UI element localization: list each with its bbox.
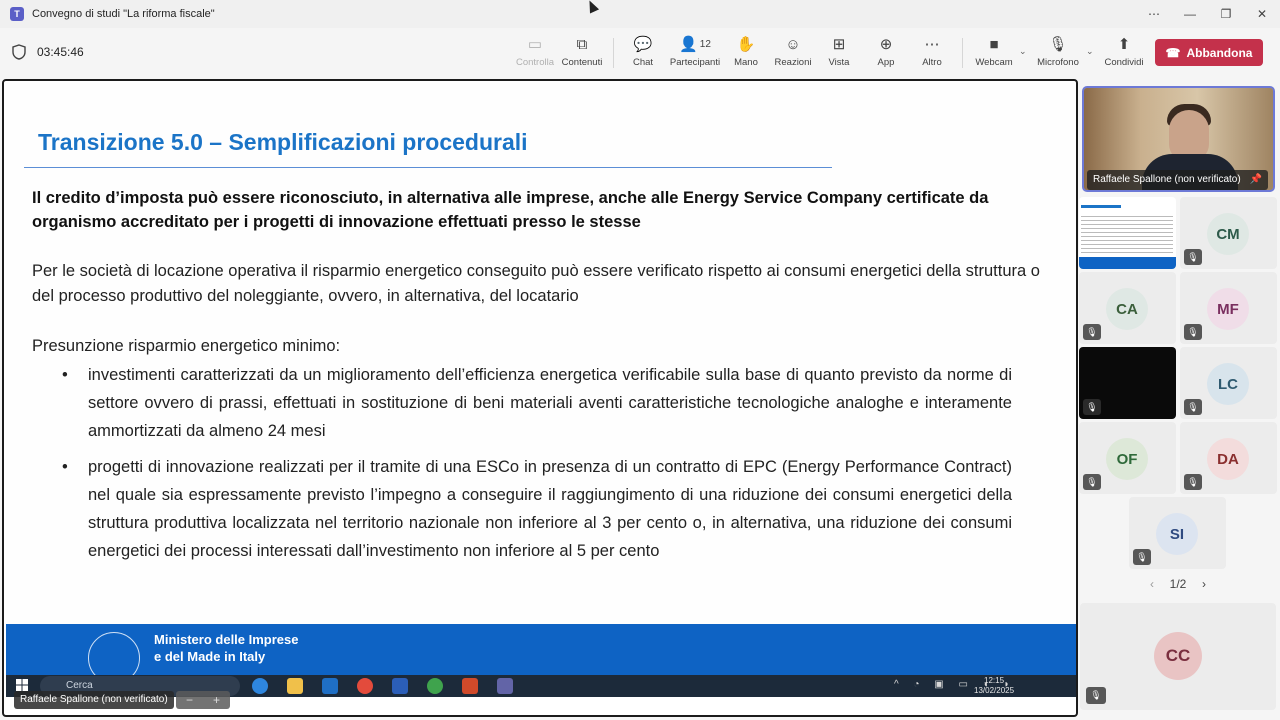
participant-tile[interactable]: CA 🎙 (1079, 272, 1176, 344)
zoom-in-button[interactable]: + (213, 693, 220, 707)
mic-off-icon: 🎙 (1083, 399, 1101, 415)
mic-off-icon: 🎙 (1184, 249, 1202, 265)
leave-button[interactable]: ☎ Abbandona (1155, 39, 1263, 66)
participant-tile[interactable]: DA 🎙 (1180, 422, 1277, 494)
webcam-button[interactable]: ■ Webcam (966, 34, 1022, 72)
participant-tile[interactable]: LC 🎙 (1180, 347, 1277, 419)
participant-video-tile[interactable]: 🎙 (1079, 347, 1176, 419)
close-button[interactable]: ✕ (1244, 0, 1280, 28)
remote-clock: 12:15 13/02/2025 (974, 676, 1015, 695)
title-underline (24, 167, 832, 168)
page-indicator: 1/2 (1169, 577, 1187, 591)
content-thumbnail-tile[interactable] (1079, 197, 1176, 269)
avatar: SI (1156, 513, 1198, 555)
grid-icon: ⊞ (832, 36, 846, 53)
avatar: LC (1207, 363, 1249, 405)
participants-count: 12 (699, 38, 711, 50)
slide-bold-paragraph: Il credito d’imposta può essere riconosc… (32, 189, 989, 231)
pin-icon[interactable]: 📌 (1249, 174, 1261, 185)
mic-off-icon: 🎙 (1133, 549, 1151, 565)
avatar: MF (1207, 288, 1249, 330)
mic-off-icon: 🎙 (1184, 324, 1202, 340)
mic-off-icon: 🎙 (1086, 687, 1106, 704)
participant-tile[interactable]: CC 🎙 (1080, 603, 1276, 710)
take-control-icon: ▭ (527, 36, 543, 53)
slide-bullet: progetti di innovazione realizzati per i… (62, 453, 1012, 565)
slide-list-heading: Presunzione risparmio energetico minimo: (32, 337, 341, 355)
zoom-controls[interactable]: − + (176, 691, 230, 709)
people-icon: 👤 12 (679, 36, 711, 53)
participants-button[interactable]: 👤 12 Partecipanti (667, 34, 723, 72)
camera-off-icon: ■ (989, 35, 999, 53)
slide-bullet-list: investimenti caratterizzati da un miglio… (62, 361, 1012, 573)
teams-icon: T (10, 7, 24, 21)
more-options-icon[interactable]: ⋯ (1136, 0, 1172, 28)
restore-button[interactable]: ❐ (1208, 0, 1244, 28)
phone-hangup-icon: ☎ (1165, 45, 1181, 60)
content-button[interactable]: ⧉ Contenuti (554, 34, 610, 72)
chat-icon: 💬 (633, 36, 653, 53)
slide-footer-band: Ministero delle Imprese e del Made in It… (6, 624, 1076, 684)
slide-paragraph: Per le società di locazione operativa il… (32, 262, 1040, 305)
prev-page-icon[interactable]: ‹ (1150, 577, 1154, 591)
content-icon: ⧉ (576, 35, 588, 53)
mic-options-chevron-icon[interactable]: ⌄ (1086, 46, 1094, 57)
participant-tile[interactable]: MF 🎙 (1180, 272, 1277, 344)
mic-off-icon: 🎙 (1083, 474, 1101, 490)
window-title: Convegno di studi "La riforma fiscale" (32, 8, 215, 20)
shield-icon (12, 44, 26, 60)
smiley-icon: ☺ (785, 35, 801, 53)
participant-tile[interactable]: OF 🎙 (1079, 422, 1176, 494)
avatar: CM (1207, 213, 1249, 255)
chrome-icon (357, 678, 373, 694)
slide-bullet: investimenti caratterizzati da un miglio… (62, 361, 1012, 445)
ministry-name: Ministero delle Imprese e del Made in It… (154, 632, 299, 664)
webcam-options-chevron-icon[interactable]: ⌄ (1019, 46, 1027, 57)
pinned-video-tile[interactable]: Raffaele Spallone (non verificato) 📌 (1082, 86, 1275, 192)
mic-off-icon: 🎙 (1184, 399, 1202, 415)
avatar: CA (1106, 288, 1148, 330)
edge-icon (252, 678, 268, 694)
window-titlebar: T Convegno di studi "La riforma fiscale"… (0, 0, 1280, 28)
pinned-name-tag: Raffaele Spallone (non verificato) 📌 (1087, 170, 1268, 190)
share-screen-icon: ⬆ (1117, 36, 1131, 53)
presenter-name-tag: Raffaele Spallone (non verificato) (14, 691, 174, 709)
windows-start-icon (16, 679, 28, 691)
outlook-icon (322, 678, 338, 694)
mic-off-icon: 🎙 (1083, 324, 1101, 340)
ellipsis-icon: ⋯ (924, 36, 940, 53)
mic-off-icon: 🎙 (1048, 36, 1068, 53)
word-icon (392, 678, 408, 694)
zoom-out-button[interactable]: − (186, 693, 193, 707)
file-explorer-icon (287, 678, 303, 694)
avatar: CC (1154, 632, 1202, 680)
plus-box-icon: ⊕ (879, 36, 893, 53)
presentation-slide: Transizione 5.0 – Semplificazioni proced… (6, 83, 1076, 673)
minimize-button[interactable]: — (1172, 0, 1208, 28)
chat-button[interactable]: 💬 Chat (615, 34, 671, 72)
hand-icon: ✋ (736, 36, 756, 53)
meeting-timer: 03:45:46 (37, 45, 84, 59)
gallery-pager: ‹ 1/2 › (1150, 577, 1206, 591)
participant-tile[interactable]: CM 🎙 (1180, 197, 1277, 269)
more-button[interactable]: ⋯ Altro (904, 34, 960, 72)
avatar: DA (1207, 438, 1249, 480)
share-button[interactable]: ⬆ Condividi (1096, 34, 1152, 72)
next-page-icon[interactable]: › (1202, 577, 1206, 591)
microphone-button[interactable]: 🎙 Microfono (1030, 34, 1086, 72)
participant-tile[interactable]: SI 🎙 (1129, 497, 1226, 569)
teams-taskbar-icon (497, 678, 513, 694)
powerpoint-icon (462, 678, 478, 694)
mic-off-icon: 🎙 (1184, 474, 1202, 490)
meeting-toolbar: 03:45:46 ▭ Controlla ⧉ Contenuti 💬 Chat … (0, 28, 1280, 76)
shared-screen-stage: Transizione 5.0 – Semplificazioni proced… (2, 79, 1078, 717)
avatar: OF (1106, 438, 1148, 480)
slide-title: Transizione 5.0 – Semplificazioni proced… (38, 129, 528, 155)
chrome-profile-icon (427, 678, 443, 694)
